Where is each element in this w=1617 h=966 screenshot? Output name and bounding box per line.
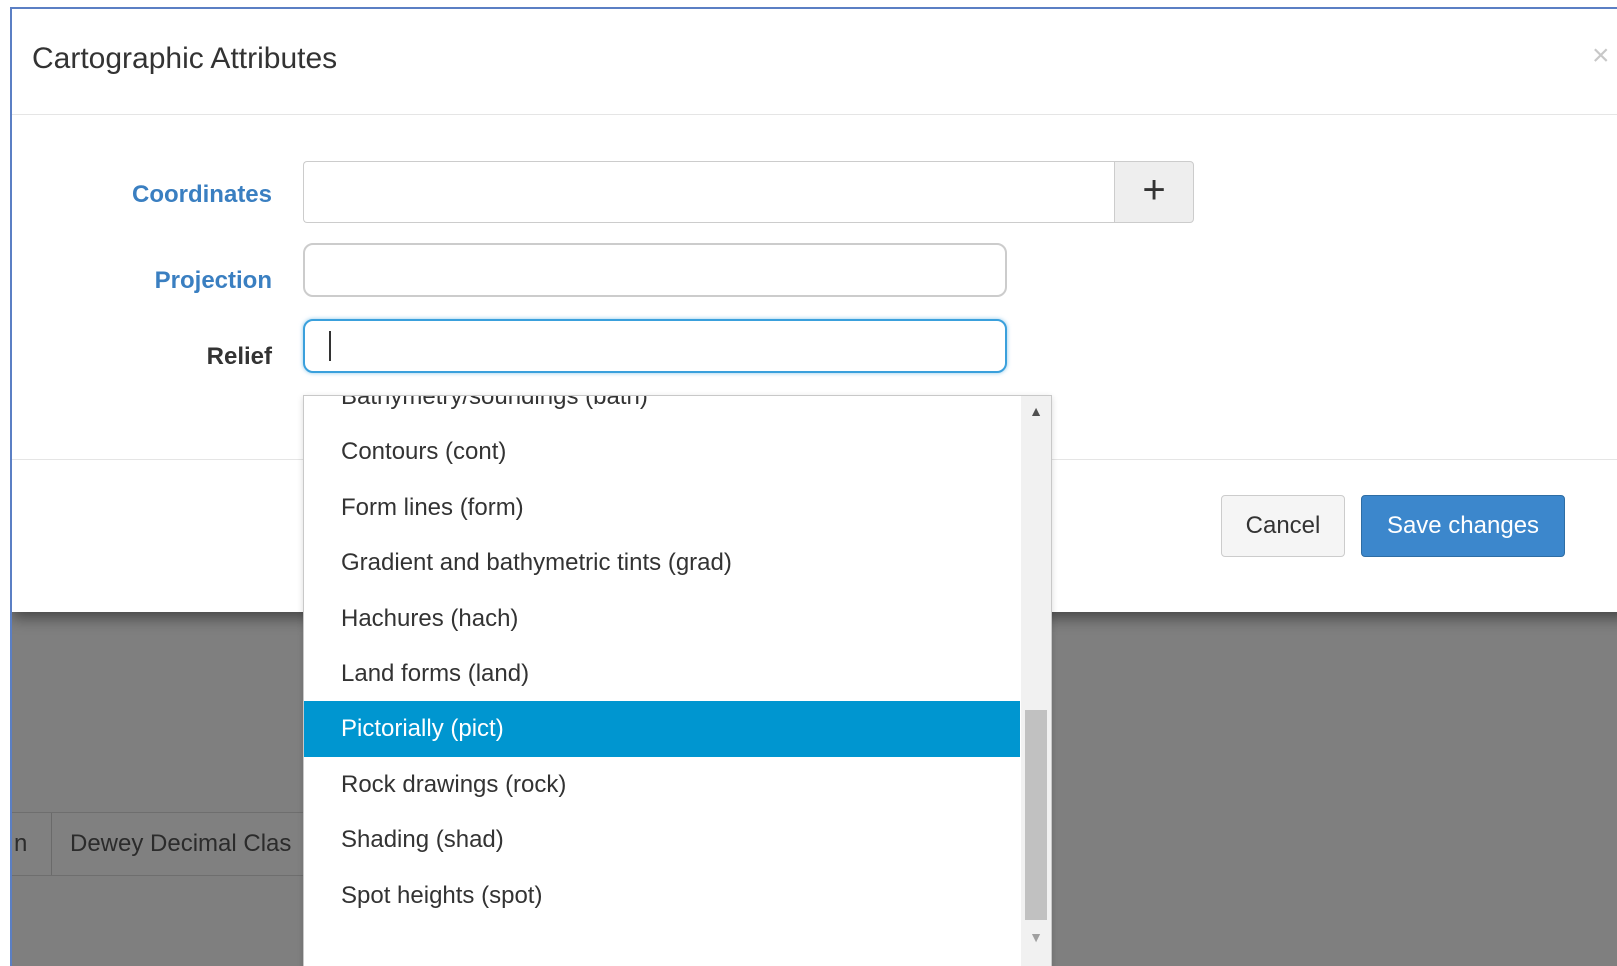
relief-option-selected[interactable]: Pictorially (pict) <box>304 701 1020 757</box>
text-caret <box>329 331 331 361</box>
background-column-header-dewey: Dewey Decimal Clas <box>70 830 292 857</box>
relief-options-list: Bathymetry/soundings (bath) Contours (co… <box>304 396 1020 923</box>
scroll-up-arrow-icon[interactable]: ▲ <box>1021 396 1051 426</box>
relief-option[interactable]: Land forms (land) <box>304 646 1020 701</box>
background-table-header: n Dewey Decimal Clas <box>12 812 342 876</box>
add-coordinates-button[interactable]: + <box>1114 161 1194 223</box>
projection-input[interactable] <box>303 243 1007 297</box>
modal-header: Cartographic Attributes × <box>12 9 1617 115</box>
screen-frame: n Dewey Decimal Clas Cartographic Attrib… <box>10 7 1617 966</box>
relief-options-dropdown[interactable]: Bathymetry/soundings (bath) Contours (co… <box>303 395 1052 966</box>
dropdown-scrollbar[interactable]: ▲ ▼ <box>1021 396 1051 966</box>
plus-icon: + <box>1142 168 1166 212</box>
relief-option[interactable]: Rock drawings (rock) <box>304 757 1020 812</box>
relief-label: Relief <box>206 343 272 370</box>
save-changes-button[interactable]: Save changes <box>1361 495 1565 557</box>
coordinates-label[interactable]: Coordinates <box>12 181 272 209</box>
relief-option[interactable]: Bathymetry/soundings (bath) <box>304 396 1020 424</box>
close-icon[interactable]: × <box>1592 39 1610 73</box>
relief-option[interactable]: Form lines (form) <box>304 480 1020 535</box>
cancel-button[interactable]: Cancel <box>1221 495 1345 557</box>
relief-option[interactable]: Contours (cont) <box>304 424 1020 479</box>
background-column-header: n <box>12 813 52 875</box>
modal-title: Cartographic Attributes <box>32 42 338 75</box>
relief-option[interactable]: Hachures (hach) <box>304 591 1020 646</box>
scroll-down-arrow-icon[interactable]: ▼ <box>1021 922 1051 952</box>
relief-option[interactable]: Shading (shad) <box>304 812 1020 867</box>
projection-label[interactable]: Projection <box>12 267 272 295</box>
relief-option[interactable]: Spot heights (spot) <box>304 868 1020 923</box>
scrollbar-thumb[interactable] <box>1025 710 1047 920</box>
relief-option[interactable]: Gradient and bathymetric tints (grad) <box>304 535 1020 590</box>
relief-input[interactable] <box>303 319 1007 373</box>
coordinates-input[interactable] <box>303 161 1115 223</box>
